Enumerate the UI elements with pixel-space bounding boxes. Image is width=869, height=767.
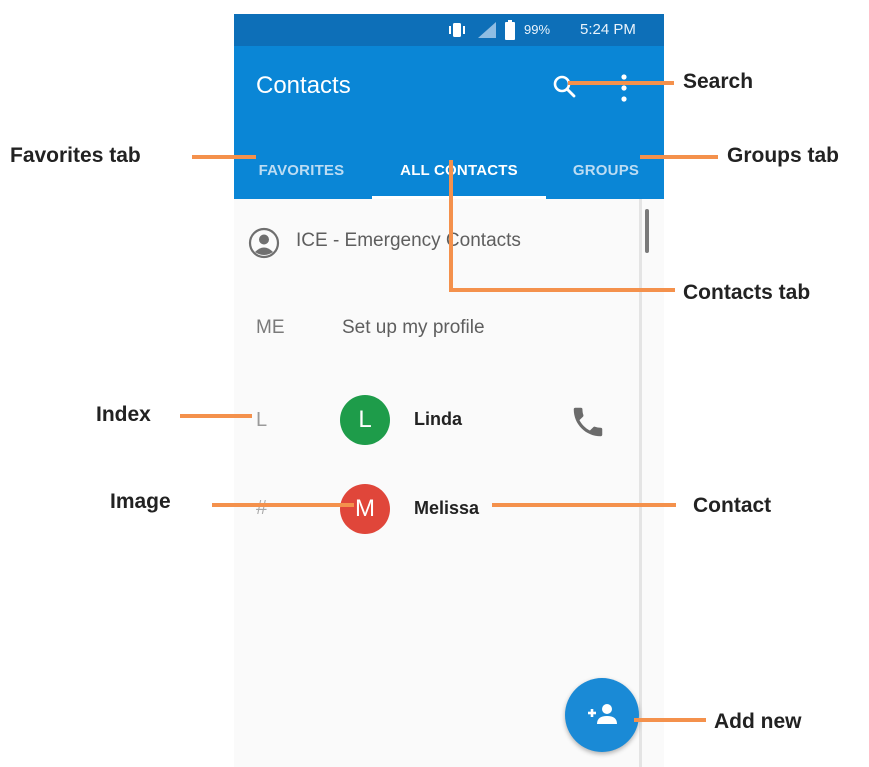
annotation-search: Search [683, 70, 754, 93]
avatar: L [340, 395, 390, 445]
annotation-image: Image [110, 490, 171, 513]
tab-favorites[interactable]: FAVORITES [244, 142, 359, 199]
my-profile-row[interactable]: ME Set up my profile [234, 304, 634, 350]
add-contact-button[interactable] [565, 678, 639, 752]
more-options-icon[interactable] [618, 72, 630, 106]
annotation-favorites-tab: Favorites tab [10, 144, 141, 167]
scrollbar-thumb[interactable] [645, 209, 649, 253]
phone-icon[interactable] [568, 403, 608, 441]
avatar-initial: L [358, 406, 372, 433]
vibrate-icon [449, 23, 465, 37]
tab-all-contacts[interactable]: ALL CONTACTS [372, 142, 546, 199]
battery-percent: 99% [524, 22, 551, 37]
annotation-line-contacts-vertical [449, 160, 453, 292]
battery-icon [505, 20, 515, 40]
annotation-line-favorites [192, 155, 256, 159]
annotation-line-add-new [634, 718, 706, 722]
annotation-index: Index [96, 403, 151, 426]
phone-screen: 99% 5:24 PM Contacts FAVORITES ALL CONTA… [234, 14, 664, 767]
annotation-line-contact [492, 503, 676, 507]
clock: 5:24 PM [580, 21, 636, 38]
setup-profile-label: Set up my profile [342, 317, 485, 338]
avatar: M [340, 484, 390, 534]
tab-groups[interactable]: GROUPS [556, 142, 656, 199]
ice-label: ICE - Emergency Contacts [296, 230, 521, 251]
index-letter: L [256, 409, 268, 431]
account-circle-icon [248, 227, 280, 259]
annotation-contact: Contact [693, 494, 772, 517]
scrollbar-track[interactable] [639, 199, 642, 767]
signal-icon [478, 22, 496, 38]
contact-row-melissa[interactable]: # M Melissa [234, 479, 634, 537]
annotation-add-new: Add new [714, 710, 802, 733]
contact-name: Melissa [414, 498, 480, 518]
ice-row[interactable]: ICE - Emergency Contacts [234, 219, 634, 265]
status-bar: 99% 5:24 PM [234, 14, 664, 46]
annotation-line-image [212, 503, 354, 507]
contact-row-linda[interactable]: L L Linda [234, 391, 634, 449]
page-title: Contacts [256, 72, 351, 99]
avatar-initial: M [355, 495, 375, 522]
annotation-line-index [180, 414, 252, 418]
annotation-line-groups [640, 155, 718, 159]
index-letter: ME [256, 317, 285, 338]
annotation-groups-tab: Groups tab [727, 144, 840, 167]
search-icon[interactable] [552, 74, 578, 100]
annotation-line-contacts [449, 288, 675, 292]
index-letter: # [256, 497, 268, 519]
contact-name: Linda [414, 409, 462, 429]
annotation-contacts-tab: Contacts tab [683, 281, 811, 304]
annotation-line-search [568, 81, 674, 85]
add-person-icon [588, 704, 617, 724]
